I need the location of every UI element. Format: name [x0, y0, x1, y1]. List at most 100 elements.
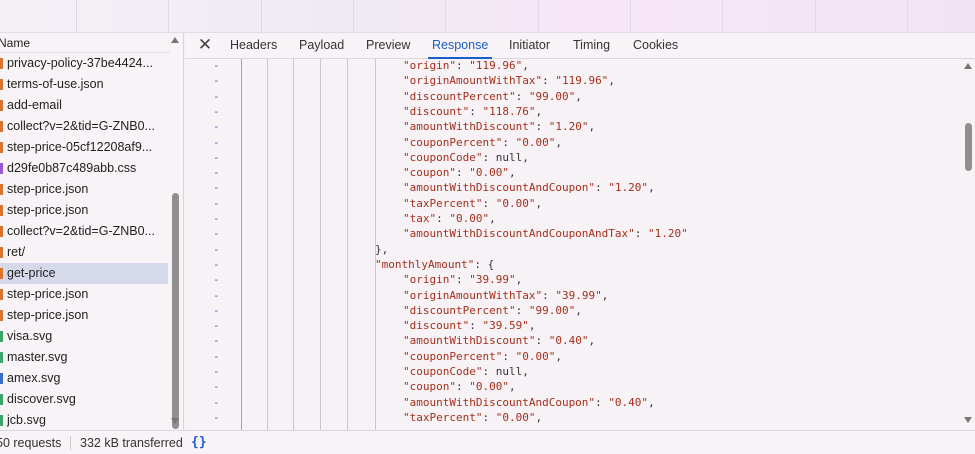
json-value: "1.20"	[548, 120, 589, 134]
strip-divider	[815, 0, 816, 33]
json-value: "99.00"	[528, 303, 576, 317]
response-line: - "originAmountWithTax": "119.96",	[185, 73, 961, 88]
json-punctuation: ,	[528, 319, 536, 333]
line-marker: -	[213, 319, 220, 333]
request-row[interactable]: step-price.json	[0, 284, 168, 305]
json-punctuation: ,	[535, 410, 543, 424]
scrollbar-thumb[interactable]	[172, 193, 179, 429]
request-row[interactable]: get-price	[0, 263, 168, 284]
line-marker: -	[213, 150, 220, 164]
request-row[interactable]: d29fe0b87c489abb.css	[0, 158, 168, 179]
request-row[interactable]: step-price-05cf12208af9...	[0, 137, 168, 158]
close-icon[interactable]: ✕	[196, 35, 214, 55]
tab-response[interactable]: Response	[427, 33, 493, 59]
image-icon	[0, 394, 3, 405]
request-row[interactable]: jcb.svg	[0, 410, 168, 430]
json-key: "amountWithDiscount"	[403, 120, 536, 134]
scroll-up-icon[interactable]	[964, 63, 972, 69]
json-punctuation: },	[375, 242, 389, 256]
request-name: discover.svg	[7, 392, 76, 406]
json-text: "originAmountWithTax": "39.99",	[403, 288, 609, 302]
tab-preview[interactable]: Preview	[366, 33, 410, 59]
xhr-icon	[0, 121, 3, 132]
request-row[interactable]: master.svg	[0, 347, 168, 368]
json-text: "amountWithDiscountAndCouponAndTax": "1.…	[403, 227, 688, 241]
json-key: "discountPercent"	[403, 89, 516, 103]
request-name: collect?v=2&tid=G-ZNB0...	[7, 224, 155, 238]
request-row[interactable]: step-price.json	[0, 305, 168, 326]
response-scrollbar[interactable]	[961, 59, 975, 430]
tab-cookies[interactable]: Cookies	[633, 33, 678, 59]
line-marker: -	[213, 104, 220, 118]
json-value: "118.76"	[482, 104, 536, 118]
json-key: "discount"	[403, 104, 470, 118]
image-icon	[0, 373, 3, 384]
json-punctuation: ,	[555, 349, 562, 363]
request-row[interactable]: amex.svg	[0, 368, 168, 389]
json-value: "99.00"	[528, 89, 576, 103]
json-key: "amountWithDiscount"	[403, 334, 536, 348]
sort-ascending-icon[interactable]	[171, 37, 179, 43]
json-key: "amountWithDiscountAndCoupon"	[403, 395, 596, 409]
request-row[interactable]: visa.svg	[0, 326, 168, 347]
request-name: privacy-policy-37be4424...	[7, 56, 153, 70]
request-name: collect?v=2&tid=G-ZNB0...	[7, 119, 155, 133]
response-viewer[interactable]: - "origin": "119.96", - "originAmountWithTa…	[185, 59, 975, 430]
json-icon	[0, 205, 3, 216]
json-key: "couponCode"	[403, 365, 483, 378]
doc-icon	[0, 247, 3, 258]
json-text: "couponCode": null,	[403, 365, 529, 378]
response-line: - "couponCode": null,	[185, 364, 961, 379]
scroll-down-icon[interactable]	[171, 418, 179, 424]
json-value: "39.99"	[555, 288, 602, 302]
json-value: "0.40"	[548, 334, 589, 348]
request-name: visa.svg	[7, 329, 53, 343]
json-text: "couponPercent": "0.00",	[403, 135, 562, 149]
braces-icon[interactable]: {}	[191, 431, 207, 454]
request-list-scrollbar[interactable]	[170, 53, 182, 430]
strip-divider	[168, 0, 169, 33]
response-line: - "discount": "39.59",	[185, 318, 961, 333]
scrollbar-thumb[interactable]	[965, 123, 972, 171]
response-line: - "amountWithDiscountAndCouponAndTax": "1…	[185, 226, 961, 241]
request-row[interactable]: privacy-policy-37be4424...	[0, 53, 168, 74]
request-name: step-price.json	[7, 203, 89, 217]
name-column-header[interactable]: Name	[0, 33, 170, 53]
json-key: "discount"	[403, 319, 470, 333]
request-row[interactable]: collect?v=2&tid=G-ZNB0...	[0, 221, 168, 242]
line-marker: -	[213, 74, 220, 88]
json-text: "amountWithDiscount": "1.20",	[403, 120, 596, 134]
request-row[interactable]: add-email	[0, 95, 168, 116]
request-row[interactable]: collect?v=2&tid=G-ZNB0...	[0, 116, 168, 137]
status-divider	[70, 436, 71, 450]
json-text: "discount": "39.59",	[403, 319, 536, 333]
line-marker: -	[213, 227, 220, 241]
line-marker: -	[213, 349, 220, 363]
request-row[interactable]: step-price.json	[0, 200, 168, 221]
json-key: "taxPercent"	[403, 196, 483, 210]
request-detail-panel: ✕ Headers Payload Preview Response Initiator…	[185, 33, 975, 430]
response-line: - "discountPercent": "99.00",	[185, 89, 961, 104]
request-row[interactable]: ret/	[0, 242, 168, 263]
json-text: "discount": "118.76",	[403, 104, 543, 118]
tab-payload[interactable]: Payload	[299, 33, 344, 59]
tab-timing[interactable]: Timing	[573, 33, 610, 59]
json-key: "coupon"	[403, 166, 456, 180]
request-row[interactable]: step-price.json	[0, 179, 168, 200]
line-marker: -	[213, 120, 220, 134]
json-text: },	[375, 242, 388, 257]
request-row[interactable]: terms-of-use.json	[0, 74, 168, 95]
tab-headers[interactable]: Headers	[230, 33, 277, 59]
strip-divider	[445, 0, 446, 33]
json-text: "amountWithDiscountAndCoupon": "0.40",	[403, 395, 655, 409]
tab-initiator[interactable]: Initiator	[509, 33, 550, 59]
request-row[interactable]: discover.svg	[0, 389, 168, 410]
json-punctuation: ,	[588, 120, 596, 134]
xhr-icon	[0, 226, 3, 237]
line-marker: -	[213, 257, 220, 271]
json-value: "0.00"	[515, 135, 556, 149]
image-icon	[0, 331, 3, 342]
json-value: "0.00"	[449, 212, 490, 225]
scroll-down-icon[interactable]	[964, 417, 972, 423]
fetch-icon	[0, 100, 3, 111]
